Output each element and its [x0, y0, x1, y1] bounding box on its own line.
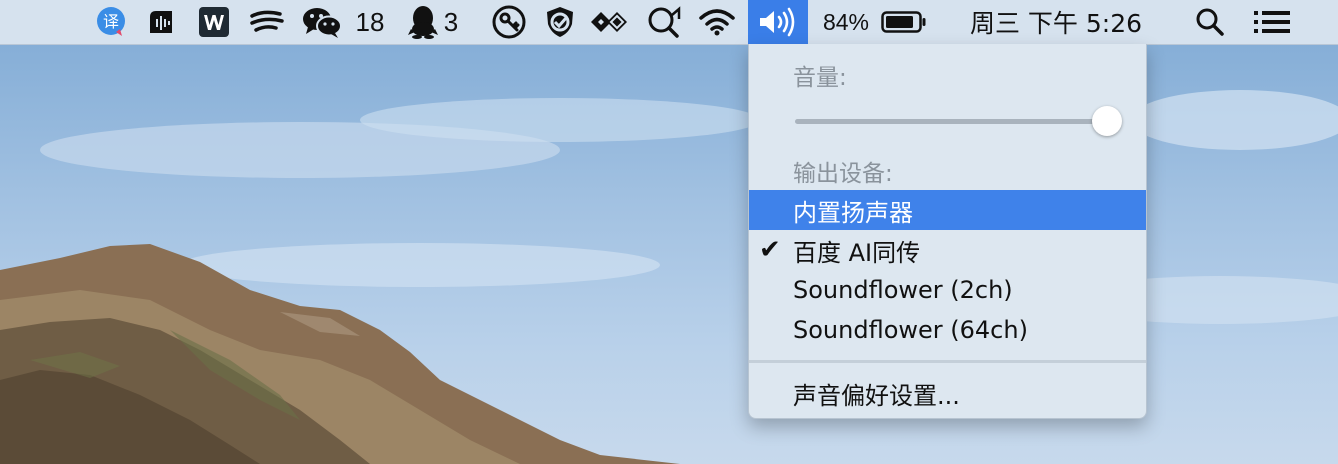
checkmark-icon: ✔ — [759, 235, 781, 265]
menubar-clock[interactable]: 周三 下午 5:26 — [958, 0, 1154, 44]
shield-icon[interactable] — [542, 0, 578, 44]
svg-text:译: 译 — [103, 12, 119, 31]
output-device-heading: 输出设备: — [793, 161, 893, 187]
output-device-soundflower-2ch[interactable]: Soundflower (2ch) — [749, 270, 1146, 310]
battery-icon[interactable] — [880, 0, 928, 44]
wps-icon[interactable] — [196, 0, 232, 44]
output-device-builtin-speaker[interactable]: 内置扬声器 — [749, 190, 1146, 230]
device-label: 百度 AI同传 — [793, 238, 921, 267]
wind-icon[interactable] — [248, 0, 286, 44]
menu-bar: 译 18 3 84% 周三 下午 5:26 — [0, 0, 1338, 45]
battery-percent: 84% — [822, 8, 870, 35]
output-device-soundflower-64ch[interactable]: Soundflower (64ch) — [749, 310, 1146, 350]
wifi-icon[interactable] — [696, 0, 738, 44]
qq-icon[interactable] — [406, 0, 440, 44]
volume-slider-track[interactable] — [795, 119, 1107, 124]
device-label: Soundflower (2ch) — [793, 276, 1013, 304]
qq-unread-count: 3 — [443, 6, 459, 37]
audio-app-icon[interactable] — [144, 0, 178, 44]
output-device-baidu-ai[interactable]: ✔ 百度 AI同传 — [749, 230, 1146, 270]
menu-separator — [749, 360, 1146, 363]
volume-heading: 音量: — [793, 65, 847, 91]
sound-preferences-item[interactable]: 声音偏好设置... — [749, 373, 1146, 413]
control-center-icon[interactable] — [1252, 0, 1292, 44]
device-label: Soundflower (64ch) — [793, 316, 1028, 344]
diamond-app-icon[interactable] — [588, 0, 634, 44]
search-app-icon[interactable] — [644, 0, 684, 44]
translate-icon[interactable]: 译 — [94, 0, 130, 44]
sound-menu: 音量: 输出设备: 内置扬声器 ✔ 百度 AI同传 Soundflower (2… — [748, 44, 1147, 419]
device-label: 内置扬声器 — [793, 198, 913, 227]
spotlight-icon[interactable] — [1192, 0, 1228, 44]
volume-icon[interactable] — [748, 0, 808, 44]
key-icon[interactable] — [490, 0, 528, 44]
volume-slider-knob[interactable] — [1092, 106, 1122, 136]
wechat-unread-count: 18 — [355, 6, 385, 37]
preferences-label: 声音偏好设置... — [793, 381, 960, 410]
wechat-icon[interactable] — [300, 0, 344, 44]
